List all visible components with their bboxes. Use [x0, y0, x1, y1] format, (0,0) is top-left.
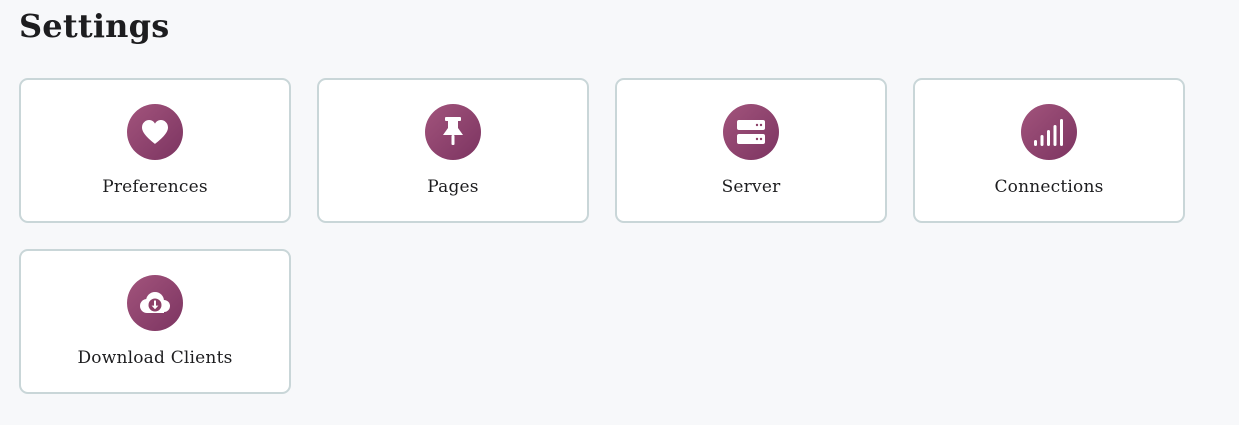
server-label: Server	[721, 177, 781, 197]
download-clients-card[interactable]: Download Clients	[19, 249, 291, 394]
server-icon	[723, 104, 779, 160]
connections-card[interactable]: Connections	[913, 78, 1185, 223]
preferences-card[interactable]: Preferences	[19, 78, 291, 223]
settings-grid: Preferences Pages Server Connections Dow…	[19, 78, 1185, 394]
cloud-download-icon	[127, 275, 183, 331]
connections-label: Connections	[994, 177, 1104, 197]
pages-card[interactable]: Pages	[317, 78, 589, 223]
heart-icon	[127, 104, 183, 160]
preferences-label: Preferences	[102, 177, 208, 197]
signal-bars-icon	[1021, 104, 1077, 160]
download-clients-label: Download Clients	[77, 348, 233, 368]
server-card[interactable]: Server	[615, 78, 887, 223]
page-title: Settings	[19, 7, 170, 45]
pages-label: Pages	[427, 177, 479, 197]
pushpin-icon	[425, 104, 481, 160]
